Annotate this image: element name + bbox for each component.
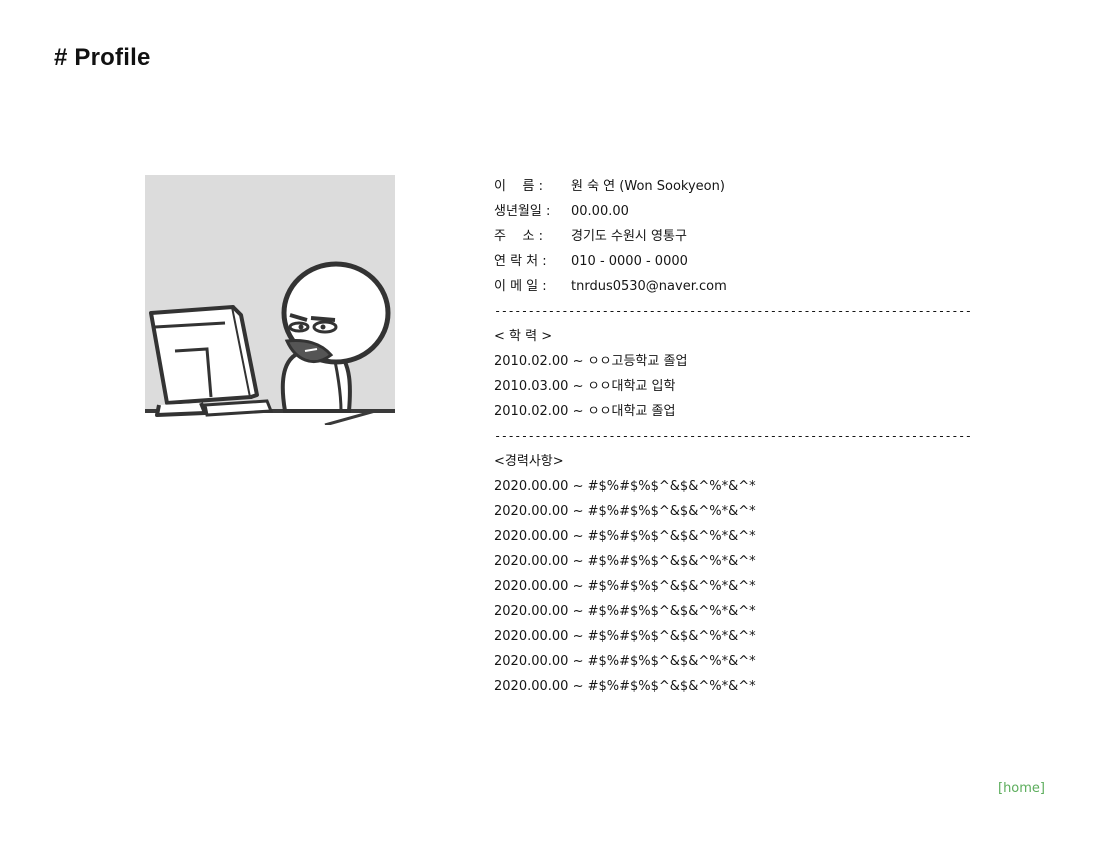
divider: ----------------------------------------…	[494, 429, 972, 443]
career-item: 2020.00.00 ~ #$%#$%$^&$&^%*&^*	[494, 679, 756, 694]
page-title: # Profile	[54, 44, 151, 71]
contact-label: 연 락 처 :	[494, 254, 551, 269]
divider: ----------------------------------------…	[494, 304, 972, 318]
profile-info: 이 름 : 원 숙 연 (Won Sookyeon) 생년월일 : 00.00.…	[494, 174, 1004, 699]
education-item: 2010.02.00 ~ ㅇㅇ고등학교 졸업	[494, 354, 688, 369]
birth-label: 생년월일 :	[494, 204, 555, 219]
career-item: 2020.00.00 ~ #$%#$%$^&$&^%*&^*	[494, 579, 756, 594]
contact-value: 010 - 0000 - 0000	[571, 254, 688, 269]
name-row: 이 름 : 원 숙 연 (Won Sookyeon)	[494, 174, 1004, 199]
address-value: 경기도 수원시 영통구	[571, 229, 687, 244]
career-item: 2020.00.00 ~ #$%#$%$^&$&^%*&^*	[494, 554, 756, 569]
home-link[interactable]: [home]	[998, 781, 1045, 796]
career-item: 2020.00.00 ~ #$%#$%$^&$&^%*&^*	[494, 529, 756, 544]
person-at-computer-meme-icon	[145, 261, 395, 425]
avatar	[145, 175, 395, 425]
birth-value: 00.00.00	[571, 204, 629, 219]
career-item: 2020.00.00 ~ #$%#$%$^&$&^%*&^*	[494, 504, 756, 519]
birth-row: 생년월일 : 00.00.00	[494, 199, 1004, 224]
email-row: 이 메 일 : tnrdus0530@naver.com	[494, 274, 1004, 299]
career-item: 2020.00.00 ~ #$%#$%$^&$&^%*&^*	[494, 604, 756, 619]
career-item: 2020.00.00 ~ #$%#$%$^&$&^%*&^*	[494, 654, 756, 669]
education-item: 2010.02.00 ~ ㅇㅇ대학교 졸업	[494, 404, 676, 419]
email-value: tnrdus0530@naver.com	[571, 279, 727, 294]
name-label: 이 름 :	[494, 179, 548, 194]
contact-row: 연 락 처 : 010 - 0000 - 0000	[494, 249, 1004, 274]
career-heading: <경력사항>	[494, 454, 564, 469]
address-row: 주 소 : 경기도 수원시 영통구	[494, 224, 1004, 249]
career-item: 2020.00.00 ~ #$%#$%$^&$&^%*&^*	[494, 629, 756, 644]
email-label: 이 메 일 :	[494, 279, 551, 294]
education-item: 2010.03.00 ~ ㅇㅇ대학교 입학	[494, 379, 676, 394]
career-item: 2020.00.00 ~ #$%#$%$^&$&^%*&^*	[494, 479, 756, 494]
education-heading: < 학 력 >	[494, 329, 553, 344]
address-label: 주 소 :	[494, 229, 548, 244]
name-value: 원 숙 연 (Won Sookyeon)	[571, 179, 725, 194]
